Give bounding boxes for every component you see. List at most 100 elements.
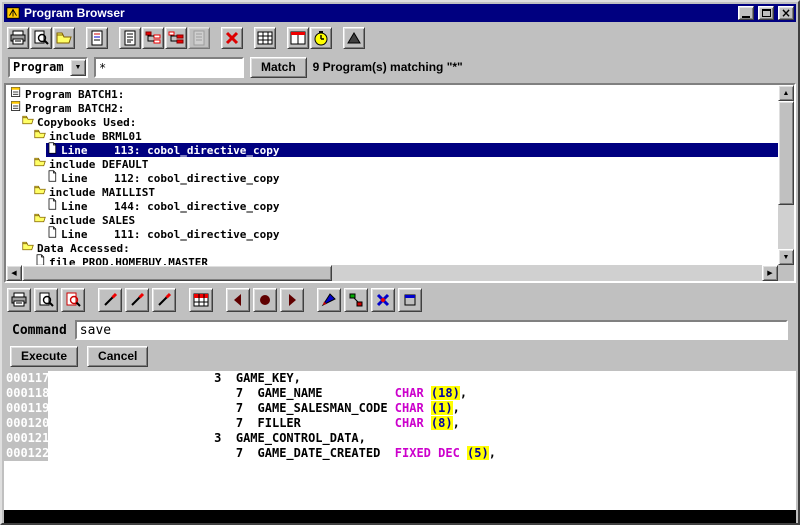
paint-button[interactable] [317, 288, 341, 312]
arrow-right-icon [284, 292, 300, 308]
tree-item[interactable]: file PROD.HOMEBUY.MASTER [6, 255, 778, 265]
tree-item-label: Program BATCH1: [25, 88, 124, 101]
window-title: Program Browser [24, 6, 734, 20]
window-button[interactable] [287, 27, 309, 49]
hierarchy-alt-button[interactable] [165, 27, 187, 49]
tree-item[interactable]: include MAILLIST [6, 185, 778, 199]
arrow-left-icon: ◀ [11, 270, 16, 277]
scope-combobox[interactable]: Program ▼ [8, 57, 88, 78]
exclude-button[interactable] [371, 288, 395, 312]
tree-item[interactable]: Line 113: cobol_directive_copy [6, 143, 778, 157]
tree-item-label: Line 113: cobol_directive_copy [61, 144, 280, 157]
pattern-input[interactable] [94, 57, 244, 78]
toolbar-separator [179, 289, 188, 311]
tree-item-content: Program BATCH2: [10, 101, 778, 115]
secondary-toolbar [4, 285, 796, 315]
scroll-left-button[interactable]: ◀ [6, 265, 22, 281]
scope-dropdown-button[interactable]: ▼ [70, 59, 86, 76]
code-line: 000117 3 GAME_KEY, [4, 371, 796, 386]
scroll-up-button[interactable]: ▲ [778, 85, 794, 101]
tree-item-content: Line 113: cobol_directive_copy [46, 143, 778, 157]
find-button[interactable] [30, 27, 52, 49]
arrow-right-icon: ▶ [767, 270, 772, 277]
hierarchy-button[interactable] [142, 27, 164, 49]
command-buttons-row: Execute Cancel [4, 344, 148, 368]
command-input[interactable] [75, 320, 788, 340]
find-next-button[interactable] [61, 288, 85, 312]
horizontal-scroll-thumb[interactable] [22, 265, 332, 281]
tree-vertical-scrollbar[interactable]: ▲ ▼ [778, 85, 794, 265]
app-icon[interactable] [6, 6, 20, 20]
report-button[interactable] [86, 27, 108, 49]
tree-indent [6, 262, 34, 263]
next-button[interactable] [280, 288, 304, 312]
close-button[interactable]: × [778, 6, 794, 20]
highlight-button[interactable] [98, 288, 122, 312]
code-line-text: 7 GAME_DATE_CREATED FIXED DEC (5), [48, 446, 496, 461]
paint-icon [321, 292, 337, 308]
tree-item[interactable]: Program BATCH2: [6, 101, 778, 115]
execute-button[interactable]: Execute [10, 346, 78, 367]
print-button[interactable] [7, 288, 31, 312]
scrollbar-corner [778, 265, 794, 281]
tree-item[interactable]: Program BATCH1: [6, 87, 778, 101]
line-number: 000121 [4, 431, 48, 446]
wand-icon [129, 292, 145, 308]
doc-text-icon [122, 30, 138, 46]
toolbar-separator [333, 27, 342, 49]
tree-indent [6, 220, 34, 221]
grid-button[interactable] [254, 27, 276, 49]
stop-button[interactable] [253, 288, 277, 312]
cancel-button[interactable]: Cancel [87, 346, 148, 367]
list-button[interactable] [119, 27, 141, 49]
highlight2-button[interactable] [125, 288, 149, 312]
minimize-button[interactable] [738, 6, 754, 20]
tree-item-content: Line 112: cobol_directive_copy [46, 171, 778, 185]
tree-item[interactable]: Line 112: cobol_directive_copy [6, 171, 778, 185]
tree-horizontal-scrollbar[interactable]: ◀ ▶ [6, 265, 778, 281]
prev-button[interactable] [226, 288, 250, 312]
circle-icon [257, 292, 273, 308]
toolbar-separator [76, 27, 85, 49]
diagram-button[interactable] [344, 288, 368, 312]
page-icon [34, 253, 46, 265]
scroll-down-button[interactable]: ▼ [778, 249, 794, 265]
minimize-icon [742, 16, 750, 18]
print-button[interactable] [7, 27, 29, 49]
command-row: Command [4, 317, 796, 343]
x-blue-icon [375, 292, 391, 308]
tree-item-content: Program BATCH1: [10, 87, 778, 101]
mountain-icon [346, 30, 362, 46]
tree-item-label: file PROD.HOMEBUY.MASTER [49, 256, 208, 266]
panel-button[interactable] [398, 288, 422, 312]
folder-open-icon [22, 239, 34, 257]
scroll-right-button[interactable]: ▶ [762, 265, 778, 281]
toolbar-separator [277, 27, 286, 49]
folder-open-icon [34, 211, 46, 229]
highlight3-button[interactable] [152, 288, 176, 312]
split-window-icon [290, 30, 306, 46]
tree-item[interactable]: Line 144: cobol_directive_copy [6, 199, 778, 213]
find-button[interactable] [34, 288, 58, 312]
printer-icon [11, 292, 27, 308]
vertical-scroll-thumb[interactable] [778, 101, 794, 205]
tree-item[interactable]: include SALES [6, 213, 778, 227]
match-button[interactable]: Match [250, 57, 307, 78]
program-tree: Program BATCH1:Program BATCH2:Copybooks … [6, 85, 778, 265]
tree-item[interactable]: Data Accessed: [6, 241, 778, 255]
code-line: 000118 7 GAME_NAME CHAR (18), [4, 386, 796, 401]
peak-button[interactable] [343, 27, 365, 49]
line-number: 000117 [4, 371, 48, 386]
grid-button[interactable] [189, 288, 213, 312]
maximize-button[interactable] [758, 6, 774, 20]
open-button[interactable] [53, 27, 75, 49]
tree-item[interactable]: include BRML01 [6, 129, 778, 143]
detail-button[interactable] [188, 27, 210, 49]
tree-item[interactable]: Line 111: cobol_directive_copy [6, 227, 778, 241]
tree-item[interactable]: Copybooks Used: [6, 115, 778, 129]
timer-button[interactable] [310, 27, 332, 49]
code-line-text: 7 GAME_NAME CHAR (18), [48, 386, 467, 401]
tree-item[interactable]: include DEFAULT [6, 157, 778, 171]
delete-button[interactable] [221, 27, 243, 49]
bottom-panel [4, 510, 796, 523]
